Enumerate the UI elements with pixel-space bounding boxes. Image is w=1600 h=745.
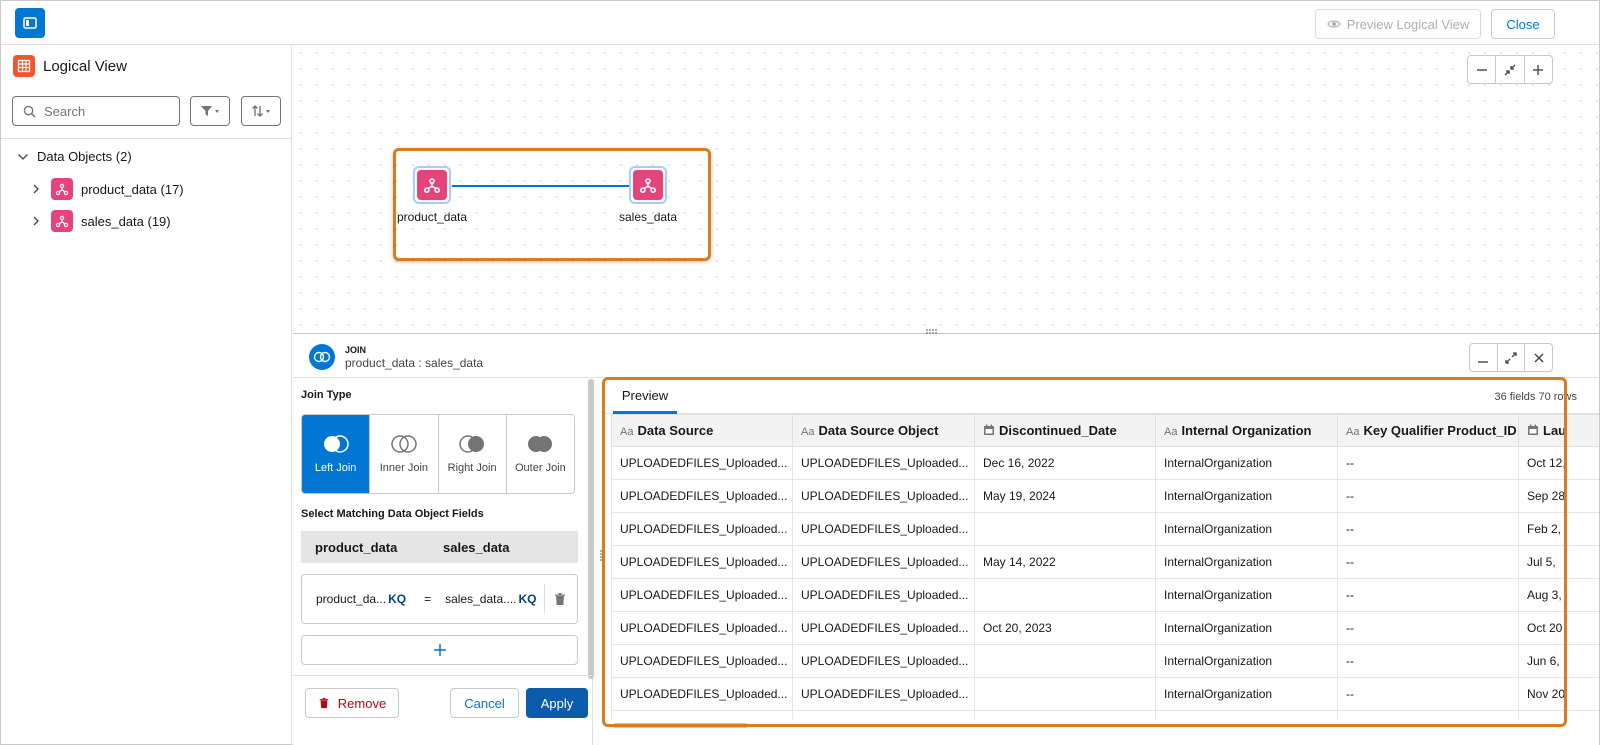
highlight-box [602,377,1567,727]
panel-icon [23,17,37,29]
match-head-right: sales_data [443,539,510,555]
tree-item-label: sales_data (19) [81,213,171,229]
match-operator: = [424,592,432,606]
join-name: product_data : sales_data [345,356,484,370]
left-join-icon [323,435,349,453]
left-field-tag: KQ [388,592,407,606]
join-type-label: Outer Join [515,462,566,474]
apply-label: Apply [540,695,574,711]
eye-icon [1327,20,1341,28]
minimize-button[interactable] [1470,344,1498,371]
zoom-out-button[interactable] [1468,56,1497,83]
logical-view-title: Logical View [43,57,127,75]
sort-button[interactable] [241,96,281,126]
cancel-button[interactable]: Cancel [450,688,519,718]
join-panel: JOIN product_data : sales_data Join Type… [293,329,1599,745]
toggle-panel-button[interactable] [15,8,45,38]
search-icon [23,105,36,118]
search-input[interactable]: Search [12,96,180,126]
close-button[interactable]: Close [1491,9,1555,39]
expand-button[interactable] [1498,344,1526,371]
fit-view-button[interactable] [1496,56,1525,83]
sort-icon [252,105,270,117]
table-icon [13,55,35,77]
minimize-icon [1478,360,1489,363]
panel-window-controls [1469,343,1553,372]
join-type-title: Join Type [301,389,352,401]
tree-item-sales-data[interactable]: sales_data (19) [31,210,171,232]
join-icon [309,344,335,370]
zoom-in-button[interactable] [1525,56,1552,83]
expand-icon [1505,351,1517,364]
close-icon [1534,353,1544,362]
add-field-button[interactable] [301,635,578,665]
left-join-option[interactable]: Left Join [302,415,371,493]
match-fields-header: product_data sales_data [301,531,578,563]
chevron-right-icon [33,184,39,194]
remove-label: Remove [337,695,387,711]
left-field-value[interactable]: product_da... [316,592,386,606]
highlight-box [393,148,711,261]
join-type-label: Inner Join [379,462,429,474]
join-type-label: Left Join [314,462,357,474]
plus-icon [433,644,446,656]
trash-icon [319,697,329,709]
left-panel: Logical View Search Data Objects (2) pro… [1,45,292,745]
row-divider [544,584,546,614]
close-label: Close [1506,16,1540,32]
data-object-icon [51,210,73,232]
apply-button[interactable]: Apply [526,688,588,718]
preview-logical-view-button[interactable]: Preview Logical View [1315,9,1481,39]
data-object-icon [51,178,73,200]
outer-join-option[interactable]: Outer Join [507,415,574,493]
trash-icon[interactable] [553,592,567,606]
tree-item-product-data[interactable]: product_data (17) [31,178,184,200]
cancel-label: Cancel [464,695,505,711]
outer-join-icon [528,436,553,452]
close-panel-button[interactable] [1525,344,1552,371]
zoom-controls [1467,55,1553,84]
join-type-label: Right Join [447,462,497,474]
top-toolbar: Preview Logical View Close [1,1,1599,45]
right-field-value[interactable]: sales_data.... [445,592,516,606]
tree-root-label: Data Objects (2) [37,149,132,164]
chevron-down-icon [18,153,28,160]
match-head-left: product_data [315,539,398,555]
left-divider [1,138,292,139]
minus-icon [1476,68,1487,71]
contract-icon [1504,64,1516,75]
config-scrollbar[interactable] [588,379,594,679]
filter-button[interactable] [190,96,230,126]
filter-icon [201,106,219,116]
join-kind: JOIN [345,345,367,355]
diagram-canvas[interactable]: product_data sales_data [293,45,1599,333]
join-config: Join Type Left Join Inner Join Right Joi… [293,379,594,745]
chevron-right-icon [33,216,39,226]
inner-join-icon [391,435,417,453]
config-footer: Remove Cancel Apply [293,675,593,745]
preview-logical-view-label: Preview Logical View [1346,16,1470,32]
join-header: JOIN product_data : sales_data [293,334,1599,378]
right-join-icon [459,435,485,453]
remove-button[interactable]: Remove [305,688,399,718]
app-window: Preview Logical View Close Logical View … [0,0,1600,745]
tree-item-label: product_data (17) [81,181,184,197]
inner-join-option[interactable]: Inner Join [370,415,439,493]
tree-data-objects[interactable]: Data Objects (2) [17,149,132,164]
search-placeholder: Search [44,103,86,119]
plus-icon [1533,64,1544,75]
right-join-option[interactable]: Right Join [439,415,507,493]
logical-view-header: Logical View [13,55,127,77]
match-field-row[interactable]: product_da... KQ = sales_data.... KQ [301,574,578,624]
right-field-tag: KQ [518,592,537,606]
join-type-selector: Left Join Inner Join Right Join Outer Jo… [301,414,575,494]
match-fields-title: Select Matching Data Object Fields [301,508,484,520]
